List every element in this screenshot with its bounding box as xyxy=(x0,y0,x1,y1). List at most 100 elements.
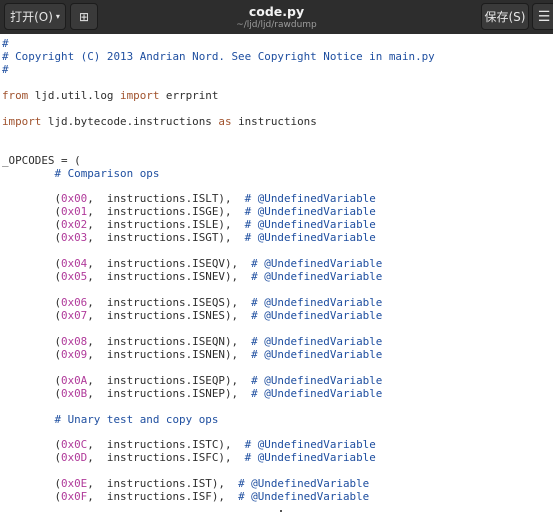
code-token-comment: # @UndefinedVariable xyxy=(251,334,383,348)
code-line: # xyxy=(2,63,9,76)
code-token-number: 0x0C xyxy=(61,438,88,452)
code-token: , instructions.ISGE), xyxy=(87,205,245,219)
code-token-comment: # @UndefinedVariable xyxy=(251,270,383,284)
code-token: , instructions.ISNES), xyxy=(87,308,252,322)
code-token-comment: # @UndefinedVariable xyxy=(244,205,376,219)
new-document-icon: ⊞ xyxy=(78,9,90,24)
code-token: , instructions.ISEQV), xyxy=(87,257,252,271)
code-token-comment: # @UndefinedVariable xyxy=(244,192,376,206)
window-title: code.py xyxy=(248,4,305,19)
text-cursor xyxy=(280,510,282,512)
code-token: ljd.bytecode.instructions xyxy=(41,114,219,128)
code-line: _OPCODES = ( xyxy=(2,154,81,167)
menu-button[interactable]: ☰ xyxy=(532,3,553,30)
code-token: , instructions.ISGT), xyxy=(87,231,245,245)
code-line: import ljd.bytecode.instructions as inst… xyxy=(2,115,317,128)
code-token-comment: # @UndefinedVariable xyxy=(244,451,376,465)
code-token-number: 0x0D xyxy=(61,451,88,465)
code-token-number: 0x08 xyxy=(61,334,88,348)
code-token: _OPCODES = ( xyxy=(2,153,81,167)
code-token-keyword: as xyxy=(218,114,232,128)
code-token-number: 0x06 xyxy=(61,296,88,309)
code-line: (0x0E, instructions.IST), # @UndefinedVa… xyxy=(2,477,369,490)
code-line: (0x09, instructions.ISNEN), # @Undefined… xyxy=(2,348,382,361)
code-token: , instructions.IST), xyxy=(87,477,239,491)
code-token: ( xyxy=(2,386,62,400)
code-token: ( xyxy=(2,308,62,322)
code-line: (0x03, instructions.ISGT), # @UndefinedV… xyxy=(2,231,376,245)
code-editor[interactable]: # # Copyright (C) 2013 Andrian Nord. See … xyxy=(0,34,553,514)
open-button[interactable]: 打开(O) ▾ xyxy=(4,3,66,30)
code-token-comment: # xyxy=(2,37,9,50)
code-line: (0x02, instructions.ISLE), # @UndefinedV… xyxy=(2,218,376,232)
code-line: (0x0A, instructions.ISEQP), # @Undefined… xyxy=(2,374,382,387)
code-line: (0x07, instructions.ISNES), # @Undefined… xyxy=(2,309,382,322)
code-token: , instructions.ISLE), xyxy=(87,218,245,232)
code-token: ( xyxy=(2,192,62,206)
code-token-comment: # @UndefinedVariable xyxy=(251,296,383,309)
code-token-number: 0x0E xyxy=(61,477,88,491)
code-token-comment: # Unary test and copy ops xyxy=(54,412,219,426)
save-button[interactable]: 保存(S) xyxy=(481,3,529,30)
window-title-area: code.py ~/ljd/ljd/rawdump xyxy=(200,4,353,31)
code-line: from ljd.util.log import errprint xyxy=(2,89,218,102)
code-token-number: 0x00 xyxy=(61,192,88,206)
open-button-label: 打开(O) xyxy=(10,10,53,24)
code-token-keyword: from xyxy=(2,88,29,102)
code-token-number: 0x02 xyxy=(61,218,88,232)
code-line: # Unary test and copy ops xyxy=(2,413,218,426)
code-token-comment: # @UndefinedVariable xyxy=(251,308,383,322)
code-token-comment: # @UndefinedVariable xyxy=(238,490,370,504)
code-token-number: 0x03 xyxy=(61,231,88,245)
header-bar: 打开(O) ▾ ⊞ code.py ~/ljd/ljd/rawdump 保存(S… xyxy=(0,0,553,34)
code-line: (0x08, instructions.ISEQN), # @Undefined… xyxy=(2,335,382,348)
code-token: ( xyxy=(2,205,62,219)
code-token-comment: # @UndefinedVariable xyxy=(251,386,383,400)
code-token: , instructions.ISFC), xyxy=(87,451,245,465)
code-token: instructions xyxy=(231,114,317,128)
code-token: ( xyxy=(2,231,62,245)
code-token: ( xyxy=(2,451,62,465)
code-line: # Copyright (C) 2013 Andrian Nord. See C… xyxy=(2,50,435,63)
code-line: (0x0D, instructions.ISFC), # @UndefinedV… xyxy=(2,451,376,465)
code-token-keyword: import xyxy=(2,114,42,128)
code-token: errprint xyxy=(159,88,219,102)
hamburger-menu-icon: ☰ xyxy=(537,8,551,25)
code-token: ( xyxy=(2,438,62,452)
code-token-number: 0x0B xyxy=(61,386,88,400)
code-token-comment: # @UndefinedVariable xyxy=(244,438,376,452)
code-token-comment: # @UndefinedVariable xyxy=(251,347,383,361)
code-token: , instructions.ISF), xyxy=(87,490,239,504)
code-line: # xyxy=(2,37,9,50)
code-token: ( xyxy=(2,296,62,309)
code-token: , instructions.ISNEV), xyxy=(87,270,252,284)
code-token-number: 0x04 xyxy=(61,257,88,271)
new-tab-button[interactable]: ⊞ xyxy=(70,3,98,30)
code-token-number: 0x09 xyxy=(61,347,88,361)
code-line: (0x00, instructions.ISLT), # @UndefinedV… xyxy=(2,192,376,206)
code-token: ( xyxy=(2,334,62,348)
code-token-comment: # @UndefinedVariable xyxy=(244,218,376,232)
code-token: ( xyxy=(2,270,62,284)
code-token-comment: # @UndefinedVariable xyxy=(251,257,383,271)
code-token-number: 0x0F xyxy=(61,490,88,504)
code-line: # Comparison ops xyxy=(2,167,159,180)
chevron-down-icon: ▾ xyxy=(55,12,60,21)
code-token: ljd.util.log xyxy=(28,88,121,102)
code-token: ( xyxy=(2,373,62,387)
code-token-keyword: import xyxy=(120,88,160,102)
code-token-number: 0x01 xyxy=(61,205,88,219)
code-token: ( xyxy=(2,477,62,491)
code-token: , instructions.ISEQS), xyxy=(87,296,252,309)
code-line: (0x04, instructions.ISEQV), # @Undefined… xyxy=(2,257,382,270)
code-line: (0x0F, instructions.ISF), # @UndefinedVa… xyxy=(2,490,369,503)
code-token: , instructions.ISNEN), xyxy=(87,347,252,361)
code-line: (0x0B, instructions.ISNEP), # @Undefined… xyxy=(2,387,382,400)
editor-window: 打开(O) ▾ ⊞ code.py ~/ljd/ljd/rawdump 保存(S… xyxy=(0,0,553,514)
code-token: ( xyxy=(2,347,62,361)
code-token-comment: # @UndefinedVariable xyxy=(244,231,376,245)
code-token: ( xyxy=(2,257,62,271)
code-token-number: 0x05 xyxy=(61,270,88,284)
